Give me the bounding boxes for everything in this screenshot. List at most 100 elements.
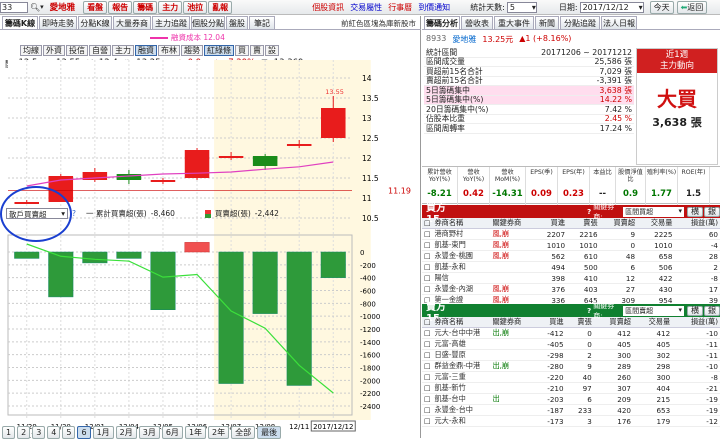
table-row[interactable]: ☐ 永豐金-台中 -187 233 420 653 -19 — [422, 404, 720, 416]
left-tab-1[interactable]: 即時走勢 — [39, 16, 77, 29]
quick-button-0[interactable]: 看盤 — [83, 0, 108, 14]
row-checkbox[interactable]: ☐ — [422, 349, 433, 361]
table-row[interactable]: ☐ 凱基-東門 風,崩 1010 1010 0 1010 -4 — [422, 239, 720, 251]
table-cell: -298 — [534, 349, 566, 361]
row-checkbox[interactable]: ☐ — [422, 261, 433, 273]
buy-silver-button[interactable]: 銀 — [704, 206, 720, 217]
back-button[interactable]: ⬅︎ 返回 — [676, 0, 708, 14]
quick-button-2[interactable]: 籌碼 — [133, 0, 158, 14]
quick-button-5[interactable]: 亂報 — [208, 0, 233, 14]
help-icon[interactable]: ? — [72, 209, 76, 218]
table-row[interactable]: ☐ 元大-永和 -173 3 176 179 -12 — [422, 415, 720, 427]
row-checkbox[interactable]: ☐ — [422, 382, 433, 394]
right-tab-1[interactable]: 營收表 — [461, 16, 493, 29]
left-tab-5[interactable]: 個股分點 — [191, 16, 225, 29]
table-row[interactable]: ☐ 群益金鼎-中港 出,崩 -280 9 289 298 -10 — [422, 360, 720, 372]
row-checkbox[interactable]: ☐ — [422, 228, 433, 240]
column-header[interactable]: 損益(萬) — [674, 218, 720, 229]
nav-button-0[interactable]: 1 — [2, 426, 16, 439]
row-checkbox[interactable]: ☐ — [422, 360, 433, 372]
row-checkbox[interactable]: ☐ — [422, 415, 433, 427]
nav-button-9[interactable]: 6月 — [161, 426, 183, 439]
nav-button-13[interactable]: 最後 — [257, 426, 282, 439]
row-checkbox[interactable]: ☐ — [422, 272, 433, 284]
date-input[interactable]: 2017/12/12 ▾ — [579, 1, 644, 13]
nav-button-3[interactable]: 4 — [47, 426, 61, 439]
buy-broker-select[interactable]: 區間買超 ▾ — [623, 206, 684, 217]
left-tab-3[interactable]: 大量券商 — [113, 16, 151, 29]
nav-button-12[interactable]: 全部 — [231, 426, 256, 439]
toolbar-link-0[interactable]: 個股資訊 — [312, 2, 344, 13]
left-tab-2[interactable]: 分點K線 — [78, 16, 112, 29]
column-header[interactable]: 交易量 — [637, 218, 675, 229]
nav-button-4[interactable]: 5 — [62, 426, 76, 439]
toolbar-link-3[interactable]: 到價通知 — [418, 2, 450, 13]
nav-button-11[interactable]: 2年 — [208, 426, 230, 439]
column-header[interactable]: 買進 — [534, 218, 568, 229]
row-checkbox[interactable]: ☐ — [422, 239, 433, 251]
column-header[interactable]: 買進 — [534, 317, 566, 328]
row-checkbox[interactable]: ☐ — [422, 283, 433, 295]
table-row[interactable]: ☐ 元富-三重 -220 40 260 300 -8 — [422, 371, 720, 383]
right-tab-4[interactable]: 分點追蹤 — [560, 16, 600, 29]
row-checkbox[interactable]: ☐ — [422, 393, 433, 405]
quick-button-1[interactable]: 報告 — [108, 0, 133, 14]
column-header[interactable]: 關鍵券商 — [490, 317, 535, 328]
table-row[interactable]: ☐ 港商野村 風,崩 2207 2216 9 2225 60 — [422, 228, 720, 240]
nav-button-2[interactable]: 3 — [32, 426, 46, 439]
left-tab-0[interactable]: 籌碼K線 — [2, 16, 38, 29]
quick-button-3[interactable]: 主力 — [158, 0, 183, 14]
sell-silver-button[interactable]: 銀 — [704, 305, 720, 316]
help-icon[interactable]: ? — [587, 307, 591, 315]
column-header[interactable]: 關鍵券商 — [490, 218, 535, 229]
column-header[interactable]: 賣張 — [567, 218, 600, 229]
right-tab-0[interactable]: 籌碼分析 — [424, 16, 460, 29]
left-tab-6[interactable]: 盤股 — [226, 16, 248, 29]
table-row[interactable]: ☐ 永豐金-內湖 風,崩 376 403 27 430 17 — [422, 283, 720, 295]
right-tab-3[interactable]: 新聞 — [535, 16, 559, 29]
nav-button-7[interactable]: 2月 — [115, 426, 137, 439]
right-tab-2[interactable]: 重大事件 — [494, 16, 534, 29]
today-button[interactable]: 今天 — [649, 0, 674, 14]
nav-button-8[interactable]: 3月 — [138, 426, 160, 439]
table-row[interactable]: ☐ 陽信 398 410 12 422 -8 — [422, 272, 720, 284]
left-tab-4[interactable]: 主力追蹤 — [152, 16, 190, 29]
row-checkbox[interactable]: ☐ — [422, 327, 433, 339]
nav-button-5[interactable]: 6 — [77, 426, 91, 439]
help-icon[interactable]: ? — [587, 208, 591, 216]
left-tab-7[interactable]: 筆記 — [249, 16, 275, 29]
row-checkbox[interactable]: ☐ — [422, 371, 433, 383]
days-select[interactable]: 5 ▾ — [506, 1, 537, 13]
dropdown-arrow-icon[interactable]: ▾ — [40, 3, 44, 11]
metric-label: ROE(年) — [681, 169, 706, 176]
row-checkbox[interactable]: ☐ — [422, 250, 433, 262]
sell-horizontal-button[interactable]: 横 — [687, 305, 703, 316]
toolbar-link-2[interactable]: 行事曆 — [388, 2, 412, 13]
table-row[interactable]: ☐ 元大-台中中港 出,崩 -412 0 412 412 -10 — [422, 327, 720, 339]
table-row[interactable]: ☐ 元富-高雄 -405 0 405 405 -11 — [422, 338, 720, 350]
quick-button-4[interactable]: 池拉 — [183, 0, 208, 14]
nav-button-1[interactable]: 2 — [17, 426, 31, 439]
table-row[interactable]: ☐ 凱基-永和 494 500 6 506 2 — [422, 261, 720, 273]
nav-button-6[interactable]: 1月 — [92, 426, 114, 439]
table-cell: 出,崩 — [490, 360, 535, 372]
buy-horizontal-button[interactable]: 横 — [687, 206, 703, 217]
column-header[interactable]: 券商名稱 — [432, 317, 491, 328]
column-header[interactable]: 交易量 — [632, 317, 673, 328]
table-row[interactable]: ☐ 日盛-豐原 -298 2 300 302 -11 — [422, 349, 720, 361]
table-row[interactable]: ☐ 凱基-台中出 -203 6 209 215 -19 — [422, 393, 720, 405]
stock-code-input[interactable]: 33 — [0, 1, 28, 13]
row-checkbox[interactable]: ☐ — [422, 338, 433, 350]
column-header[interactable]: 損益(萬) — [672, 317, 720, 328]
table-cell: 209 — [593, 393, 633, 405]
row-checkbox[interactable]: ☐ — [422, 404, 433, 416]
table-row[interactable]: ☐ 永豐金-桃園 風,崩 562 610 48 658 28 — [422, 250, 720, 262]
column-header[interactable]: 賣張 — [565, 317, 594, 328]
table-row[interactable]: ☐ 凱基-新竹 -210 97 307 404 -21 — [422, 382, 720, 394]
sell-broker-select[interactable]: 區間賣超 ▾ — [623, 305, 684, 316]
search-icon[interactable]: 🔍︎ — [30, 3, 40, 12]
nav-button-10[interactable]: 1年 — [184, 426, 207, 439]
right-tab-5[interactable]: 法人日報 — [601, 16, 637, 29]
column-header[interactable]: 券商名稱 — [432, 218, 491, 229]
toolbar-link-1[interactable]: 交易屬性 — [350, 2, 382, 13]
